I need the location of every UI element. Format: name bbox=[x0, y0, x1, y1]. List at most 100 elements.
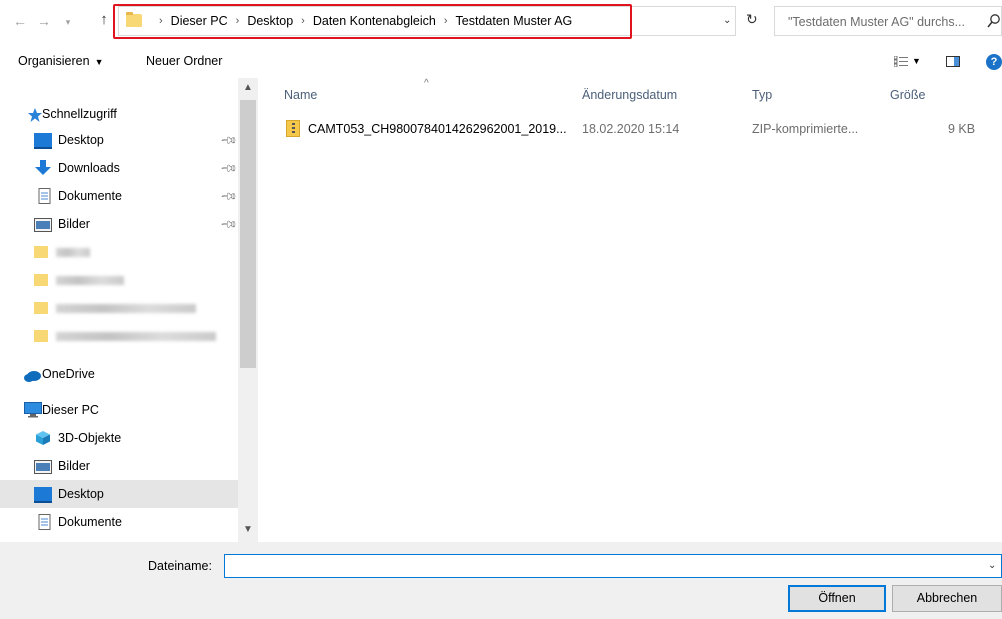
file-list: ^ Name Änderungsdatum Typ Größe CAMT053_… bbox=[258, 78, 1002, 542]
refresh-icon[interactable]: ↻ bbox=[746, 11, 758, 28]
redacted-text bbox=[56, 276, 124, 285]
sidebar-item-dokumente-pinned[interactable]: Dokumente 📌︎ bbox=[0, 182, 238, 210]
file-row[interactable]: CAMT053_CH9800784014262962001_2019... 18… bbox=[278, 118, 998, 140]
document-icon bbox=[38, 514, 51, 530]
command-bar: Organisieren ▼ Neuer Ordner ▼ ? bbox=[0, 44, 1002, 78]
column-header-type[interactable]: Typ bbox=[752, 88, 772, 102]
chevron-right-icon[interactable]: › bbox=[159, 15, 163, 27]
sidebar-item-this-pc[interactable]: Dieser PC bbox=[0, 396, 238, 424]
organize-button[interactable]: Organisieren ▼ bbox=[18, 54, 104, 68]
column-header-size[interactable]: Größe bbox=[890, 88, 925, 102]
sidebar-item-label: Dieser PC bbox=[42, 403, 99, 417]
address-bar[interactable]: › Dieser PC › Desktop › Daten Kontenabgl… bbox=[118, 6, 736, 36]
search-icon[interactable] bbox=[987, 13, 1001, 29]
search-box[interactable]: "Testdaten Muster AG" durchs... bbox=[774, 6, 1002, 36]
up-arrow-icon[interactable]: ↑ bbox=[96, 12, 112, 28]
sidebar-item-label: Schnellzugriff bbox=[42, 107, 117, 121]
chevron-right-icon[interactable]: › bbox=[301, 15, 305, 27]
redacted-text bbox=[56, 304, 196, 313]
scroll-down-icon[interactable]: ▼ bbox=[243, 524, 253, 535]
sidebar-item-redacted-folder[interactable] bbox=[0, 238, 238, 266]
folder-icon bbox=[34, 302, 48, 314]
breadcrumb-desktop[interactable]: Desktop bbox=[247, 14, 293, 28]
breadcrumb-dieser-pc[interactable]: Dieser PC bbox=[171, 14, 228, 28]
open-button[interactable]: Öffnen bbox=[788, 585, 886, 612]
pictures-icon bbox=[34, 218, 52, 232]
pin-icon: 📌︎ bbox=[219, 215, 238, 235]
folder-icon bbox=[34, 246, 48, 258]
breadcrumb: › Dieser PC › Desktop › Daten Kontenabgl… bbox=[151, 7, 572, 35]
filename-label: Dateiname: bbox=[148, 559, 212, 573]
new-folder-button[interactable]: Neuer Ordner bbox=[146, 54, 222, 68]
chevron-down-icon: ▼ bbox=[94, 57, 104, 67]
sidebar-item-3d-objects[interactable]: 3D-Objekte bbox=[0, 424, 238, 452]
breadcrumb-daten-kontenabgleich[interactable]: Daten Kontenabgleich bbox=[313, 14, 436, 28]
column-header-date[interactable]: Änderungsdatum bbox=[582, 88, 677, 102]
recent-locations-chevron-icon[interactable]: ▾ bbox=[60, 14, 76, 30]
document-icon bbox=[38, 188, 51, 204]
file-date: 18.02.2020 15:14 bbox=[582, 122, 680, 136]
sidebar-item-label: Desktop bbox=[58, 133, 104, 147]
sidebar-item-label: OneDrive bbox=[42, 367, 95, 381]
forward-arrow-icon[interactable]: → bbox=[36, 13, 52, 29]
sidebar-item-desktop-pinned[interactable]: Desktop 📌︎ bbox=[0, 126, 238, 154]
address-row: ← → ▾ ↑ › Dieser PC › Desktop › Daten Ko… bbox=[0, 0, 1002, 44]
pictures-icon bbox=[34, 460, 52, 474]
file-size: 9 KB bbox=[948, 122, 976, 136]
sidebar-item-label: 3D-Objekte bbox=[58, 431, 122, 445]
sidebar-item-quick-access[interactable]: Schnellzugriff bbox=[0, 100, 238, 128]
sidebar-item-label: Bilder bbox=[58, 217, 90, 231]
folder-icon bbox=[34, 330, 48, 342]
sort-ascending-icon: ^ bbox=[424, 78, 429, 89]
folder-icon bbox=[34, 274, 48, 286]
cube-icon bbox=[36, 431, 50, 445]
address-dropdown-icon[interactable]: ⌄ bbox=[723, 15, 731, 26]
breadcrumb-testdaten-muster-ag[interactable]: Testdaten Muster AG bbox=[456, 14, 573, 28]
sidebar-item-dokumente[interactable]: Dokumente bbox=[0, 508, 238, 536]
pin-icon: 📌︎ bbox=[219, 159, 238, 179]
sidebar-item-bilder[interactable]: Bilder bbox=[0, 452, 238, 480]
sidebar-item-downloads[interactable]: Downloads 📌︎ bbox=[0, 154, 238, 182]
sidebar-item-label: Dokumente bbox=[58, 189, 122, 203]
dialog-footer: Dateiname: ⌄ Öffnen Abbrechen bbox=[0, 542, 1002, 619]
navigation-pane: Schnellzugriff Desktop 📌︎ Downloads 📌︎ D… bbox=[0, 78, 258, 542]
filename-input[interactable] bbox=[224, 554, 1002, 578]
cloud-icon bbox=[24, 371, 41, 382]
pin-icon: 📌︎ bbox=[219, 187, 238, 207]
download-arrow-icon bbox=[35, 160, 51, 175]
search-placeholder: "Testdaten Muster AG" durchs... bbox=[788, 15, 966, 29]
folder-icon bbox=[126, 12, 142, 27]
cancel-button[interactable]: Abbrechen bbox=[892, 585, 1002, 612]
view-options-icon[interactable] bbox=[894, 56, 908, 67]
view-dropdown-icon[interactable]: ▼ bbox=[912, 56, 921, 66]
filename-dropdown-icon[interactable]: ⌄ bbox=[988, 560, 996, 571]
chevron-right-icon[interactable]: › bbox=[236, 15, 240, 27]
sidebar-item-desktop[interactable]: Desktop bbox=[0, 480, 238, 508]
scroll-up-icon[interactable]: ▲ bbox=[243, 82, 253, 93]
sidebar-item-label: Desktop bbox=[58, 487, 104, 501]
preview-pane-icon[interactable] bbox=[946, 56, 960, 67]
file-name: CAMT053_CH9800784014262962001_2019... bbox=[308, 122, 567, 136]
desktop-icon bbox=[34, 133, 52, 149]
sidebar-item-label: Bilder bbox=[58, 459, 90, 473]
scrollbar-thumb[interactable] bbox=[240, 100, 256, 368]
sidebar-item-redacted-folder[interactable] bbox=[0, 322, 238, 350]
column-header-name[interactable]: Name bbox=[284, 88, 317, 102]
back-arrow-icon[interactable]: ← bbox=[12, 13, 28, 29]
redacted-text bbox=[56, 332, 216, 341]
organize-label: Organisieren bbox=[18, 54, 90, 68]
sidebar-scrollbar[interactable]: ▲ ▼ bbox=[238, 78, 258, 542]
sidebar-item-label: Dokumente bbox=[58, 515, 122, 529]
desktop-icon bbox=[34, 487, 52, 503]
sidebar-item-label: Downloads bbox=[58, 161, 120, 175]
sidebar-item-onedrive[interactable]: OneDrive bbox=[0, 360, 238, 388]
sidebar-item-redacted-folder[interactable] bbox=[0, 294, 238, 322]
chevron-right-icon[interactable]: › bbox=[444, 15, 448, 27]
help-icon[interactable]: ? bbox=[986, 54, 1002, 70]
zip-file-icon bbox=[286, 120, 300, 137]
sidebar-item-bilder-pinned[interactable]: Bilder 📌︎ bbox=[0, 210, 238, 238]
redacted-text bbox=[56, 248, 90, 257]
pin-icon: 📌︎ bbox=[219, 131, 238, 151]
file-type: ZIP-komprimierte... bbox=[752, 122, 859, 136]
sidebar-item-redacted-folder[interactable] bbox=[0, 266, 238, 294]
